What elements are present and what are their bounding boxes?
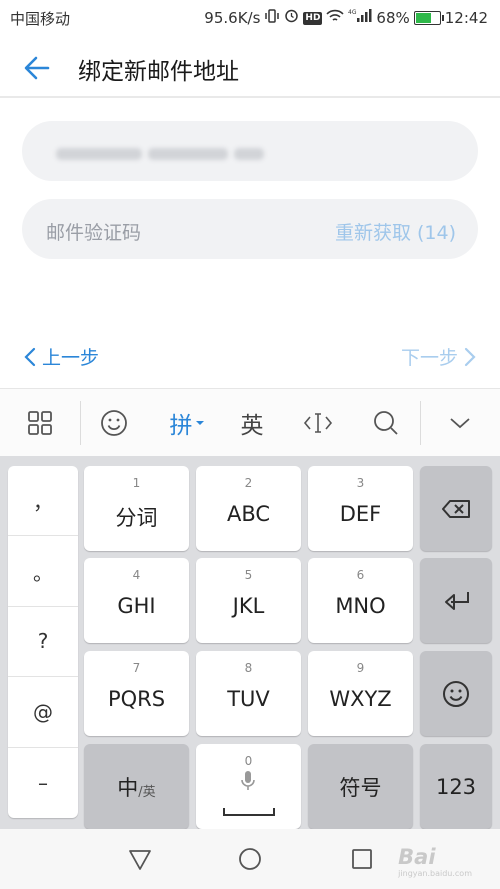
key-label: WXYZ — [329, 687, 392, 711]
key-number: 0 — [244, 754, 253, 768]
key-2[interactable]: 2 ABC — [196, 466, 301, 551]
emoji-icon[interactable] — [94, 403, 134, 443]
cursor-edit-icon[interactable] — [298, 403, 338, 443]
key-8[interactable]: 8 TUV — [196, 651, 301, 736]
caret-down-icon — [195, 421, 204, 425]
keyboard: ， 。 ? @ – 1 分词 2 ABC 3 DEF 4 GHI 5 JKL 6… — [0, 456, 500, 829]
watermark-sub: jingyan.baidu.com — [398, 869, 472, 878]
key-number: 7 — [132, 661, 141, 675]
symbols-label: 符号 — [339, 775, 382, 800]
back-arrow-icon[interactable] — [20, 50, 56, 86]
key-label: GHI — [117, 594, 156, 618]
next-step-button[interactable]: 下一步 — [401, 343, 476, 370]
carrier-label: 中国移动 — [10, 10, 71, 28]
system-nav-bar: Bai jingyan.baidu.com — [0, 829, 500, 889]
key-4[interactable]: 4 GHI — [84, 558, 189, 643]
key-1[interactable]: 1 分词 — [84, 466, 189, 551]
symbol-key[interactable]: – — [8, 748, 78, 818]
search-icon[interactable] — [366, 403, 406, 443]
key-number: 5 — [244, 568, 253, 582]
status-icons: 95.6K/s HD 4G 68% 12:42 — [204, 8, 488, 28]
symbols-key[interactable]: 符号 — [308, 744, 413, 829]
apps-grid-icon[interactable] — [20, 403, 60, 443]
battery-icon — [413, 11, 444, 25]
nav-recents-icon[interactable] — [348, 845, 376, 873]
lang-main-label: 中 — [117, 775, 139, 800]
backspace-icon — [420, 466, 492, 551]
numbers-key[interactable]: 123 — [420, 744, 492, 829]
symbol-column[interactable]: ， 。 ? @ – — [8, 466, 78, 818]
toolbar-divider — [420, 401, 421, 445]
alarm-icon — [284, 8, 299, 28]
language-switch-content: 中 /英 — [84, 744, 189, 829]
verification-code-field[interactable]: 邮件验证码 重新获取 (14) — [22, 199, 478, 259]
battery-percent: 68% — [376, 9, 410, 27]
page-title: 绑定新邮件地址 — [78, 59, 239, 85]
key-label: ABC — [226, 502, 271, 526]
pinyin-label: 拼 — [169, 413, 193, 439]
hd-icon: HD — [303, 11, 323, 25]
prev-step-label: 上一步 — [42, 347, 100, 369]
key-number: 4 — [132, 568, 141, 582]
hide-keyboard-icon[interactable] — [440, 403, 480, 443]
symbol-key[interactable]: @ — [8, 677, 78, 748]
key-number: 2 — [244, 476, 253, 490]
resend-code-button[interactable]: 重新获取 (14) — [335, 218, 456, 245]
wifi-icon — [326, 9, 345, 28]
space-bar-icon — [222, 802, 276, 821]
toolbar-divider — [80, 401, 81, 445]
clock: 12:42 — [444, 9, 488, 27]
network-speed: 95.6K/s — [204, 9, 261, 27]
blurred-email-value — [56, 145, 271, 160]
watermark: Bai jingyan.baidu.com — [398, 845, 472, 878]
status-bar: 中国移动 95.6K/s HD 4G 68% 12:42 — [0, 0, 500, 34]
chevron-left-icon — [24, 347, 36, 366]
ime-toolbar: 拼 英 — [0, 388, 500, 456]
key-label: 分词 — [115, 506, 158, 530]
numbers-label: 123 — [435, 774, 477, 799]
key-label: MNO — [335, 594, 386, 618]
nav-home-icon[interactable] — [236, 845, 264, 873]
lang-sub-label: /英 — [138, 785, 156, 800]
symbol-key[interactable]: 。 — [8, 536, 78, 607]
key-label: JKL — [232, 594, 265, 618]
key-9[interactable]: 9 WXYZ — [308, 651, 413, 736]
network-type-label: 4G — [348, 9, 357, 16]
enter-key[interactable] — [420, 558, 492, 643]
vibrate-icon — [264, 8, 280, 28]
key-number: 9 — [356, 661, 365, 675]
enter-icon — [420, 558, 492, 643]
symbol-key[interactable]: ? — [8, 607, 78, 678]
watermark-text: Bai — [398, 845, 436, 869]
prev-step-button[interactable]: 上一步 — [24, 343, 99, 370]
english-label: 英 — [240, 413, 264, 439]
next-step-label: 下一步 — [400, 347, 458, 369]
emoji-key[interactable] — [420, 651, 492, 736]
chevron-right-icon — [464, 347, 476, 366]
space-key[interactable]: 0 — [196, 744, 301, 829]
emoji-icon — [420, 651, 492, 736]
key-label: TUV — [227, 687, 270, 711]
key-number: 3 — [356, 476, 365, 490]
language-switch-key[interactable]: 中 /英 — [84, 744, 189, 829]
key-6[interactable]: 6 MNO — [308, 558, 413, 643]
signal-icon: 4G — [348, 8, 372, 28]
key-number: 1 — [132, 476, 141, 490]
symbol-key[interactable]: ， — [8, 466, 78, 537]
verification-code-placeholder: 邮件验证码 — [46, 222, 142, 244]
key-3[interactable]: 3 DEF — [308, 466, 413, 551]
email-field[interactable] — [22, 121, 478, 181]
english-mode-tab[interactable]: 英 — [232, 403, 272, 443]
key-label: DEF — [339, 502, 382, 526]
key-5[interactable]: 5 JKL — [196, 558, 301, 643]
microphone-icon — [240, 770, 256, 796]
key-label: PQRS — [107, 687, 166, 711]
key-7[interactable]: 7 PQRS — [84, 651, 189, 736]
backspace-key[interactable] — [420, 466, 492, 551]
key-number: 6 — [356, 568, 365, 582]
title-bar: 绑定新邮件地址 — [0, 34, 500, 98]
nav-back-icon[interactable] — [126, 845, 154, 873]
key-number: 8 — [244, 661, 253, 675]
pinyin-mode-tab[interactable]: 拼 — [162, 403, 212, 443]
